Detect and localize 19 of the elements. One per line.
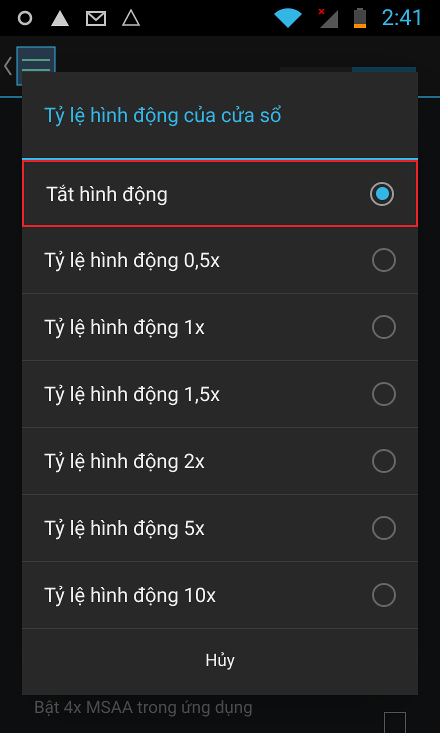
- dialog-title: Tỷ lệ hình động của cửa sổ: [22, 72, 418, 160]
- radio-option[interactable]: Tỷ lệ hình động 1x: [22, 294, 418, 361]
- back-icon[interactable]: [4, 56, 12, 76]
- battery-icon: [354, 8, 366, 28]
- checkbox[interactable]: [384, 712, 406, 733]
- radio-option[interactable]: Tỷ lệ hình động 1,5x: [22, 361, 418, 428]
- cancel-button[interactable]: Hủy: [22, 629, 418, 695]
- radio-option[interactable]: Tỷ lệ hình động 0,5x: [22, 227, 418, 294]
- clock: 2:41: [382, 4, 424, 32]
- alert-icon: [122, 9, 140, 27]
- setting-subtitle: Bật 4x MSAA trong ứng dụng: [34, 697, 254, 720]
- signal-icon: [318, 8, 338, 28]
- warning-icon: [50, 9, 70, 27]
- radio-option[interactable]: Tắt hình động: [22, 160, 418, 227]
- radio-option[interactable]: Tỷ lệ hình động 5x: [22, 495, 418, 562]
- radio-option[interactable]: Tỷ lệ hình động 10x: [22, 562, 418, 629]
- radio-option[interactable]: Tỷ lệ hình động 2x: [22, 428, 418, 495]
- wifi-icon: [274, 8, 302, 28]
- mail-icon: [86, 10, 106, 26]
